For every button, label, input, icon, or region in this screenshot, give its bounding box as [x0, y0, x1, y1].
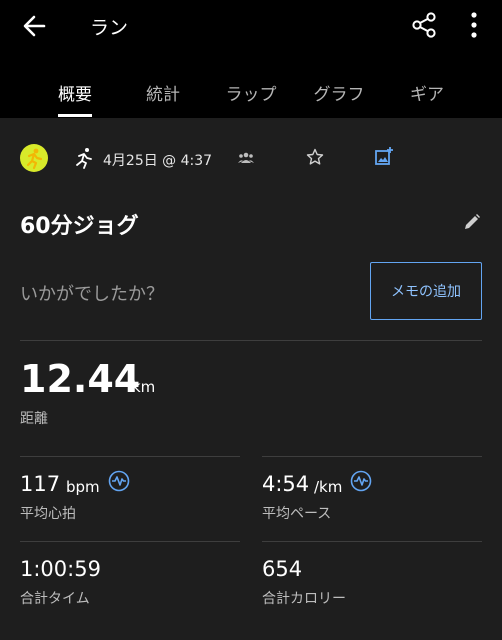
add-memo-button[interactable]: メモの追加 — [370, 262, 482, 320]
heart-rate-unit: bpm — [66, 478, 100, 496]
star-icon[interactable] — [306, 148, 324, 166]
share-icon[interactable] — [410, 10, 438, 40]
divider — [262, 541, 482, 542]
tab-stats[interactable]: 統計 — [119, 80, 207, 105]
tab-overview[interactable]: 概要 — [31, 80, 119, 105]
total-time-value: 1:00:59 — [20, 557, 101, 581]
more-vert-icon[interactable] — [464, 10, 484, 40]
distance-unit: km — [132, 378, 156, 396]
page-title: ラン — [90, 17, 129, 39]
active-tab-indicator — [58, 114, 92, 117]
total-time-label: 合計タイム — [20, 591, 90, 607]
pencil-icon[interactable] — [462, 212, 482, 232]
pace-unit: /km — [314, 478, 343, 496]
activity-date: 4月25日 @ 4:37 — [103, 153, 213, 169]
pace-label: 平均ペース — [262, 506, 332, 522]
calories-label: 合計カロリー — [262, 591, 346, 607]
app-header: ラン 概要 統計 ラップ グラフ ギア — [0, 0, 502, 118]
divider — [20, 541, 240, 542]
tab-laps[interactable]: ラップ — [207, 80, 295, 105]
tab-graphs[interactable]: グラフ — [295, 80, 383, 105]
feeling-prompt: いかがでしたか？ — [20, 284, 164, 305]
back-arrow-icon[interactable] — [20, 12, 50, 40]
divider — [20, 456, 240, 457]
activity-name: 60分ジョグ — [20, 214, 139, 239]
calories-value: 654 — [262, 557, 303, 581]
running-icon — [76, 148, 92, 169]
pace-icon[interactable] — [350, 470, 372, 492]
distance-label: 距離 — [20, 411, 48, 427]
people-icon[interactable] — [238, 151, 254, 165]
pace-value: 4:54 — [262, 472, 310, 496]
heart-rate-label: 平均心拍 — [20, 506, 76, 522]
heart-rate-value: 117 — [20, 472, 61, 496]
heart-rate-icon[interactable] — [108, 470, 130, 492]
distance-value: 12.44 — [20, 357, 141, 401]
tab-gear[interactable]: ギア — [383, 80, 471, 105]
add-photo-icon[interactable] — [374, 146, 394, 166]
run-badge-icon — [20, 144, 48, 172]
divider — [262, 456, 482, 457]
activity-info-row: 4月25日 @ 4:37 — [0, 138, 502, 180]
divider — [20, 340, 482, 341]
